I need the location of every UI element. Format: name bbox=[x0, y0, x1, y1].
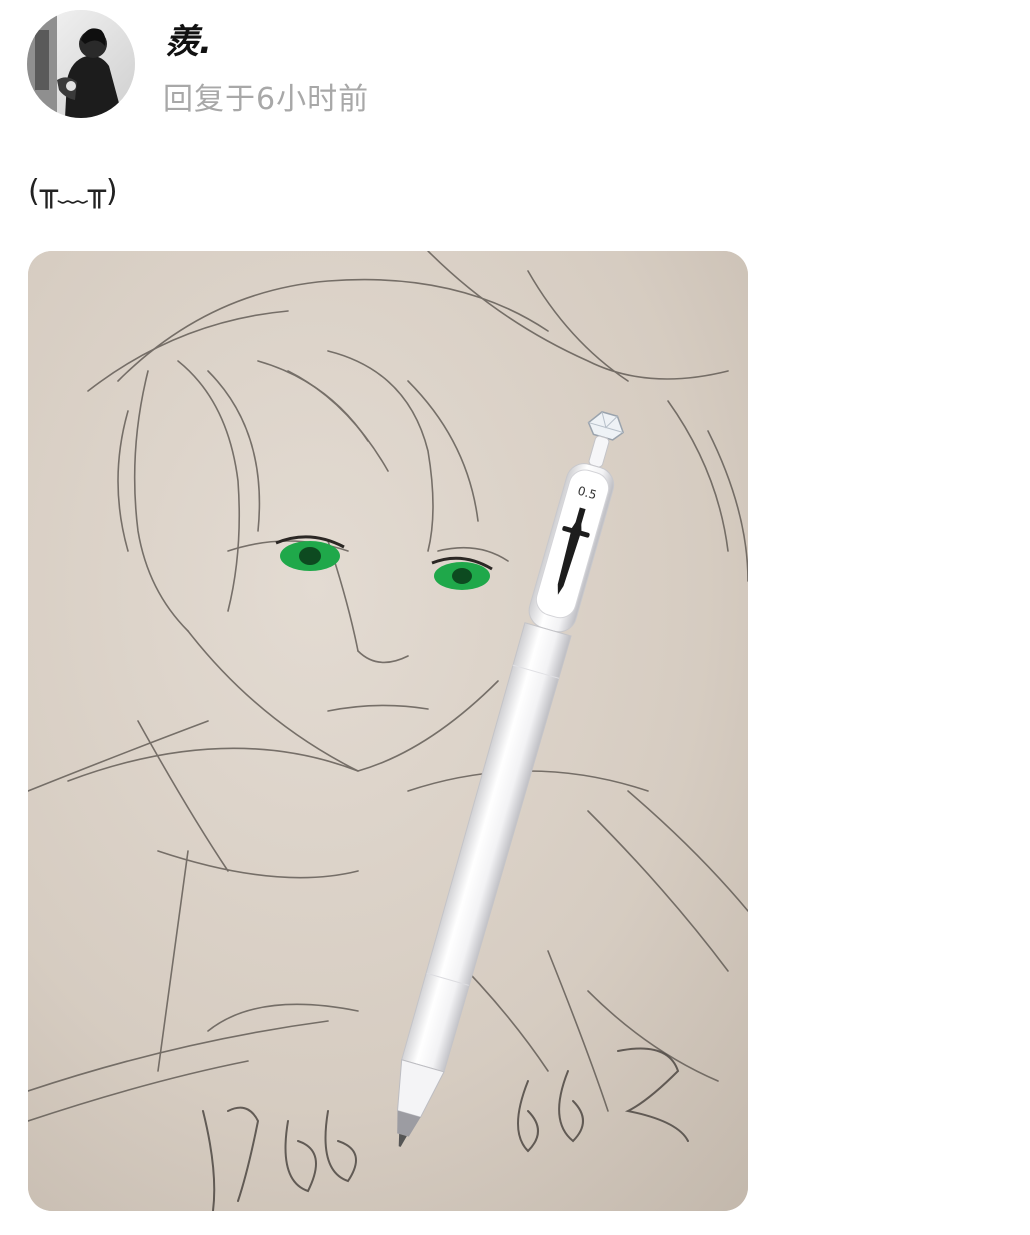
sketch-photo: 0.5 bbox=[28, 251, 748, 1211]
author-name[interactable]: 羨. bbox=[165, 20, 212, 64]
post-image[interactable]: 0.5 bbox=[28, 251, 748, 1211]
post-text: (╥﹏╥) bbox=[28, 174, 118, 209]
author-avatar[interactable] bbox=[27, 10, 135, 118]
user-avatar-icon bbox=[27, 10, 135, 118]
reply-timestamp: 回复于6小时前 bbox=[163, 82, 370, 117]
